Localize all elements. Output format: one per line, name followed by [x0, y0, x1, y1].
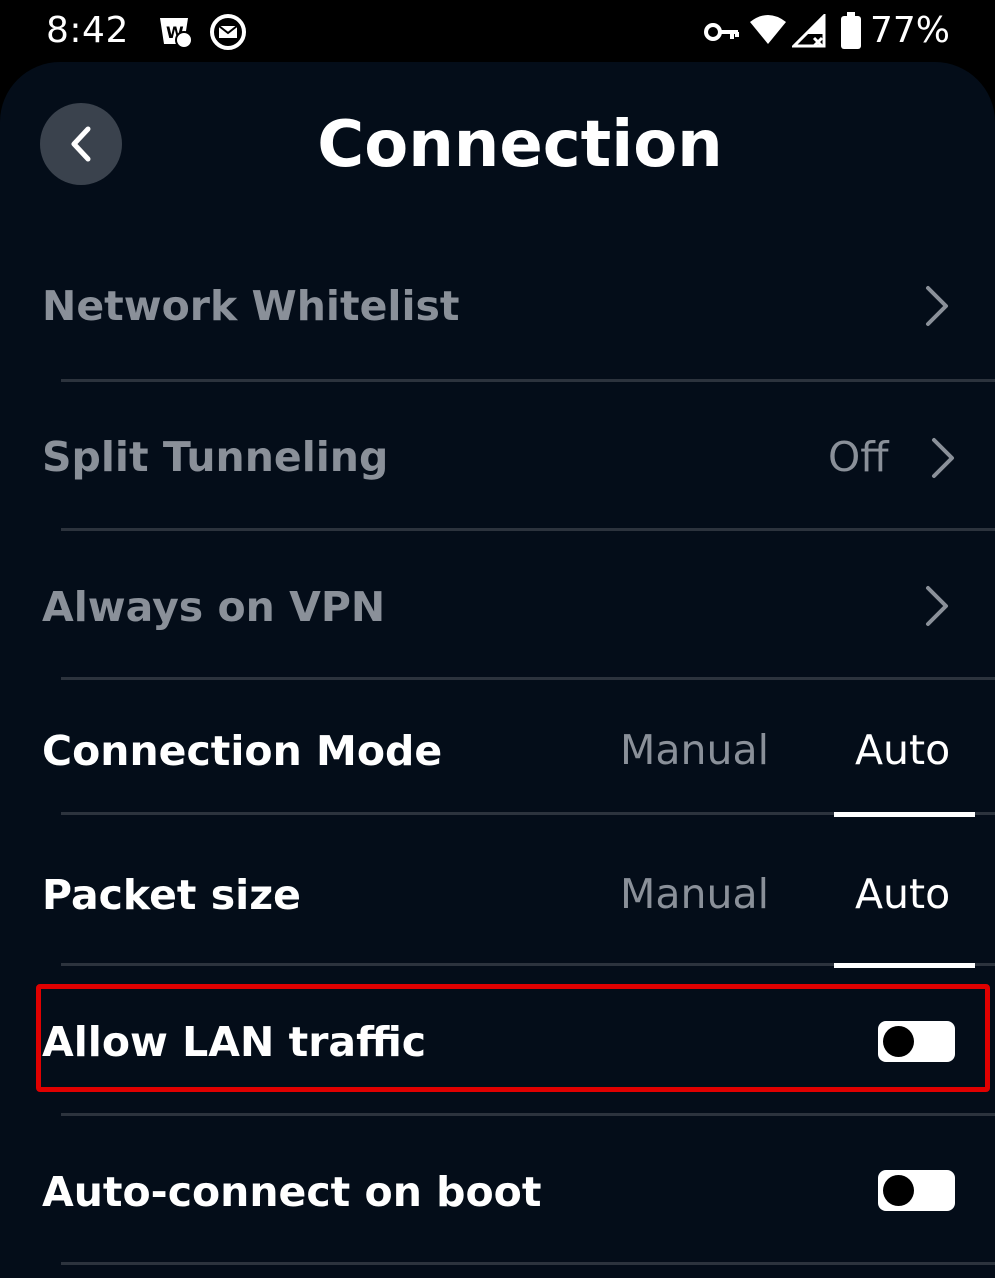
packet-size-label: Packet size	[42, 871, 301, 919]
battery-icon	[840, 12, 862, 54]
connection-mode-auto-option[interactable]: Auto	[855, 726, 950, 774]
allow-lan-traffic-toggle[interactable]	[878, 1021, 955, 1062]
divider	[61, 677, 995, 680]
connection-mode-label: Connection Mode	[42, 727, 443, 775]
divider	[61, 1113, 995, 1116]
divider	[61, 1262, 995, 1265]
chevron-right-icon	[926, 286, 948, 326]
network-whitelist-label: Network Whitelist	[42, 282, 460, 330]
allow-lan-traffic-label: Allow LAN traffic	[42, 1018, 427, 1066]
settings-panel	[0, 62, 995, 1278]
chevron-right-icon	[926, 586, 948, 626]
divider	[61, 528, 995, 531]
status-time: 8:42	[46, 10, 129, 51]
split-tunneling-value: Off	[828, 433, 889, 481]
vpn-key-icon	[704, 20, 740, 48]
toggle-knob	[883, 1175, 914, 1206]
packet-size-auto-option[interactable]: Auto	[855, 870, 950, 918]
battery-percent: 77%	[870, 10, 951, 51]
auto-connect-on-boot-label: Auto-connect on boot	[42, 1168, 542, 1216]
packet-size-selected-indicator	[834, 963, 975, 968]
connection-mode-selected-indicator	[834, 812, 975, 817]
auto-connect-on-boot-toggle[interactable]	[878, 1170, 955, 1211]
mail-icon	[208, 14, 248, 54]
connection-mode-manual-option[interactable]: Manual	[620, 726, 769, 774]
signal-icon	[790, 12, 826, 52]
chevron-right-icon	[932, 438, 954, 478]
toggle-knob	[883, 1026, 914, 1057]
page-title: Connection	[317, 108, 723, 182]
divider	[61, 379, 995, 382]
packet-size-manual-option[interactable]: Manual	[620, 870, 769, 918]
wifi-icon	[748, 14, 788, 50]
status-bar: 8:42 W 77%	[0, 0, 995, 62]
split-tunneling-label: Split Tunneling	[42, 433, 389, 481]
notification-badge-icon: W	[154, 14, 194, 54]
always-on-vpn-label: Always on VPN	[42, 583, 386, 631]
